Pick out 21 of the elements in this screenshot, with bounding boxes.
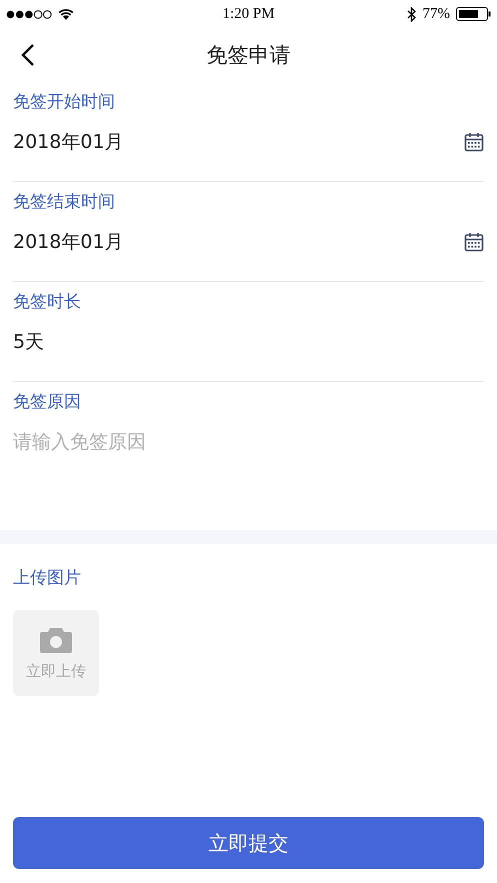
wifi-icon: [58, 8, 74, 20]
field-label: 免签原因: [13, 391, 82, 414]
back-icon: [21, 43, 35, 67]
calendar-icon[interactable]: [464, 132, 484, 152]
calendar-icon[interactable]: [464, 232, 484, 252]
date-value[interactable]: 2018年01月: [13, 129, 464, 155]
field-label: 免签时长: [13, 291, 82, 314]
submit-button[interactable]: 立即提交: [13, 817, 484, 869]
field-label: 免签结束时间: [13, 191, 116, 214]
battery-icon: [456, 7, 492, 21]
field-label: 免签开始时间: [13, 91, 116, 114]
clock-time: 1:20 PM: [222, 6, 275, 22]
signal-icon: [6, 10, 52, 18]
camera-icon: [39, 626, 73, 654]
page-title: 免签申请: [206, 42, 292, 69]
bluetooth-icon: [406, 6, 417, 22]
duration-value: 5天: [13, 330, 46, 355]
battery-percent: 77%: [422, 6, 450, 22]
reason-input[interactable]: 请输入免签原因: [13, 431, 484, 453]
date-value[interactable]: 2018年01月: [13, 229, 464, 255]
section-label: 上传图片: [13, 567, 82, 590]
